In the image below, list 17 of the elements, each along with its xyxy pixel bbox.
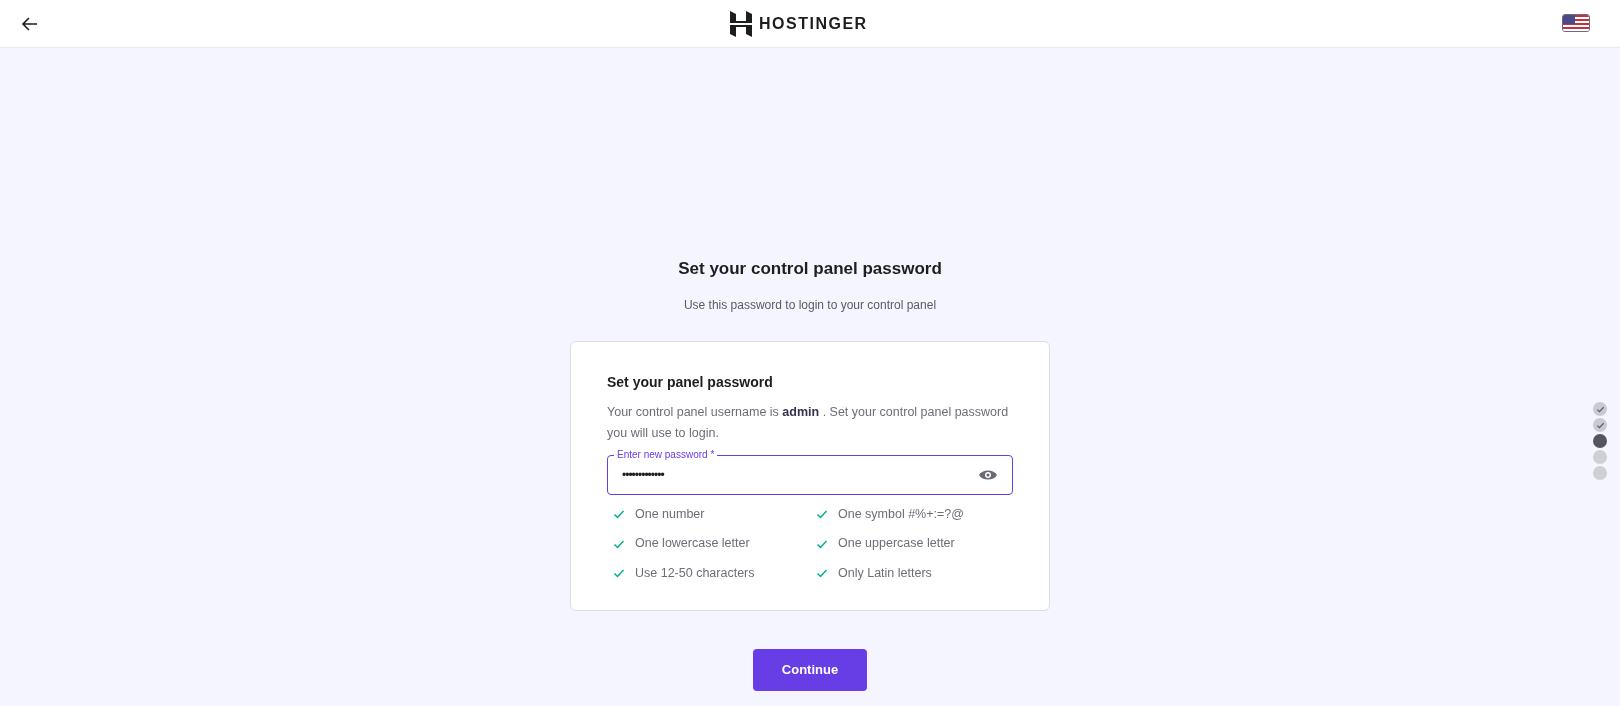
flag-icon — [1563, 14, 1589, 31]
requirement-text: Use 12-50 characters — [635, 565, 755, 582]
requirement-text: One lowercase letter — [635, 535, 750, 553]
requirement-text: One uppercase letter — [838, 535, 955, 553]
language-flag[interactable] — [1562, 13, 1590, 32]
logo-icon — [730, 10, 752, 37]
back-arrow-icon — [21, 14, 39, 33]
continue-button[interactable]: Continue — [753, 648, 867, 691]
logo-text: HOSTINGER — [759, 13, 868, 34]
card-title: Set your panel password — [607, 372, 774, 392]
requirement-text: Only Latin letters — [838, 565, 932, 582]
requirement-text: One symbol #%+:=?@ — [838, 505, 964, 523]
page-subtitle: Use this password to login to your control panel — [683, 296, 937, 314]
page-title: Set your control panel password — [678, 258, 942, 280]
card-description: Your control panel username is admin . Set your control panel password you will use to login. — [607, 403, 1010, 442]
password-input[interactable]: ••••••••••••• — [622, 465, 978, 484]
requirement-text: One number — [635, 505, 705, 523]
